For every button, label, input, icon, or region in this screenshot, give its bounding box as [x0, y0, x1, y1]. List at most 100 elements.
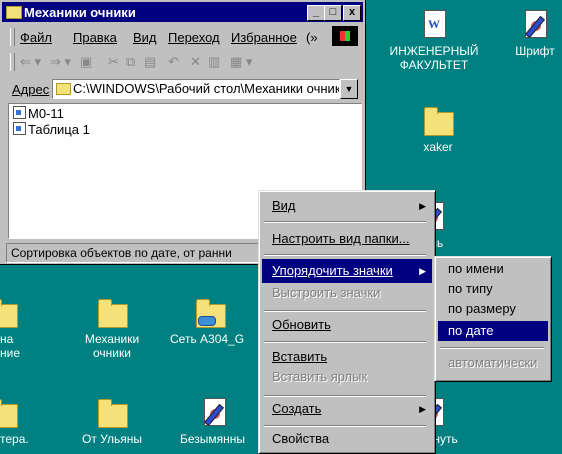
submenu-arrow-icon: ▶ — [419, 201, 426, 211]
menu-item-view[interactable]: Вид ▶ — [262, 194, 432, 218]
folder-icon — [96, 296, 128, 328]
menu-item-label: Свойства — [272, 431, 330, 446]
folder-icon — [56, 83, 71, 95]
desktop-icon-label: тера. — [0, 432, 29, 446]
submenu-item-by-name[interactable]: по имени — [438, 259, 548, 279]
file-item[interactable]: Таблица 1 — [13, 122, 90, 137]
menu-separator — [264, 310, 426, 312]
arrange-submenu: по имени по типу по размеру по дате авто… — [434, 256, 552, 382]
menu-item-label: автоматически — [448, 355, 538, 370]
folder-icon — [0, 296, 18, 328]
menu-item-label: Упорядочить значки — [272, 263, 393, 278]
forward-button[interactable]: ⇒ ▾ — [50, 54, 71, 70]
status-text: Сортировка объектов по дате, от ранни — [11, 246, 232, 260]
minimize-button[interactable]: _ — [307, 5, 325, 21]
window-title: Механики очники — [24, 5, 136, 20]
word-document-icon: W — [418, 8, 450, 40]
menu-separator — [264, 221, 426, 223]
desktop-icon-ulyany[interactable]: От Ульяны — [70, 396, 154, 446]
address-bar: Адрес C:\WINDOWS\Рабочий стол\Механики о… — [8, 77, 358, 101]
desktop-icon-label: xaker — [423, 140, 453, 154]
folder-icon — [0, 396, 18, 428]
grip-separator — [10, 53, 15, 71]
desktop-icon-na[interactable]: на ние — [0, 296, 40, 360]
submenu-item-by-size[interactable]: по размеру — [438, 299, 548, 319]
cut-button[interactable]: ✂ — [108, 54, 119, 70]
document-icon — [13, 122, 26, 135]
desktop-icon-tera[interactable]: тера. — [0, 396, 40, 446]
network-folder-icon — [194, 296, 226, 328]
desktop-icon-label: Шрифт — [515, 44, 555, 58]
menu-item-paste-shortcut[interactable]: Вставить ярлык — [262, 365, 432, 389]
edit-document-icon — [519, 8, 551, 40]
menu-favorites[interactable]: Избранное — [231, 30, 297, 45]
submenu-item-by-date[interactable]: по дате — [438, 321, 548, 341]
desktop-icon-set[interactable]: Сеть A304_G — [170, 296, 250, 346]
copy-button[interactable]: ⧉ — [126, 54, 135, 70]
desktop-icon-ing[interactable]: W ИНЖЕНЕРНЫЙ ФАКУЛЬТЕТ — [386, 8, 482, 72]
menu-separator — [264, 254, 426, 256]
menu-item-new[interactable]: Создать ▶ — [262, 397, 432, 421]
menu-item-label: Вид — [272, 198, 296, 213]
properties-button[interactable]: ▥ — [208, 54, 220, 70]
desktop-icon-bezym[interactable]: Безымянны — [180, 396, 260, 446]
desktop-icon-label: Механики очники — [84, 332, 140, 360]
menu-item-line-up-icons[interactable]: Выстроить значки — [262, 281, 432, 305]
delete-button[interactable]: ✕ — [190, 54, 201, 70]
menu-item-label: по имени — [448, 261, 504, 276]
views-button[interactable]: ▦ ▾ — [230, 54, 252, 70]
desktop-icon-label: на ние — [0, 332, 21, 360]
menu-item-properties[interactable]: Свойства — [262, 427, 432, 451]
desktop-icon-mech[interactable]: Механики очники — [70, 296, 154, 360]
desktop-icon-label: Сеть A304_G — [170, 332, 245, 346]
menu-item-customize-folder[interactable]: Настроить вид папки... — [262, 227, 432, 251]
address-dropdown-button[interactable]: ▼ — [340, 79, 358, 99]
back-button[interactable]: ⇐ ▾ — [20, 54, 41, 70]
menu-go[interactable]: Переход — [168, 30, 220, 45]
desktop-icon-label: ИНЖЕНЕРНЫЙ ФАКУЛЬТЕТ — [389, 44, 479, 72]
up-folder-button[interactable]: ▣ — [80, 54, 92, 70]
menu-item-label: Создать — [272, 401, 322, 416]
menu-file[interactable]: Файл — [20, 30, 52, 45]
context-menu: Вид ▶ Настроить вид папки... Упорядочить… — [258, 190, 436, 454]
menu-item-arrange-icons[interactable]: Упорядочить значки ▶ — [262, 259, 432, 283]
address-value: C:\WINDOWS\Рабочий стол\Механики очник — [73, 81, 340, 96]
folder-icon — [422, 104, 454, 136]
menu-bar: Файл Правка Вид Переход Избранное (» — [8, 27, 358, 47]
menu-separator — [264, 341, 426, 343]
title-bar[interactable]: Механики очники _ □ x — [2, 2, 363, 22]
paste-button[interactable]: ▤ — [144, 54, 156, 70]
folder-icon — [96, 396, 128, 428]
grip-separator — [10, 28, 15, 46]
submenu-arrow-icon: ▶ — [419, 266, 426, 276]
menu-item-label: по типу — [448, 281, 493, 296]
document-icon — [13, 106, 26, 119]
menu-item-label: по дате — [448, 323, 494, 338]
menu-item-label: Вставить — [272, 349, 328, 364]
address-input[interactable]: C:\WINDOWS\Рабочий стол\Механики очник — [52, 79, 340, 99]
menu-view[interactable]: Вид — [133, 30, 157, 45]
windows-logo-icon — [332, 26, 358, 46]
menu-more[interactable]: (» — [306, 30, 318, 45]
edit-document-icon — [198, 396, 230, 428]
desktop-icon-shrift[interactable]: Шрифт — [500, 8, 562, 58]
menu-edit[interactable]: Правка — [73, 30, 117, 45]
menu-separator — [440, 347, 544, 349]
desktop-icon-label: Безымянны — [180, 432, 246, 446]
menu-item-label: по размеру — [448, 301, 516, 316]
submenu-item-auto-arrange[interactable]: автоматически — [438, 353, 548, 373]
file-name: Таблица 1 — [28, 122, 90, 137]
menu-item-label: Настроить вид папки... — [272, 231, 410, 246]
maximize-button[interactable]: □ — [324, 5, 342, 21]
close-button[interactable]: x — [343, 5, 361, 21]
address-label: Адрес — [12, 82, 50, 97]
menu-item-refresh[interactable]: Обновить — [262, 313, 432, 337]
menu-item-label: Вставить ярлык — [272, 369, 368, 384]
toolbar: ⇐ ▾ ⇒ ▾ ▣ ✂ ⧉ ▤ ↶ ✕ ▥ ▦ ▾ — [8, 51, 358, 73]
submenu-item-by-type[interactable]: по типу — [438, 279, 548, 299]
desktop-icon-xaker[interactable]: xaker — [396, 104, 480, 154]
undo-button[interactable]: ↶ — [168, 54, 179, 70]
file-item[interactable]: М0-11 — [13, 106, 64, 121]
menu-item-label: Обновить — [272, 317, 331, 332]
folder-icon — [6, 6, 22, 19]
